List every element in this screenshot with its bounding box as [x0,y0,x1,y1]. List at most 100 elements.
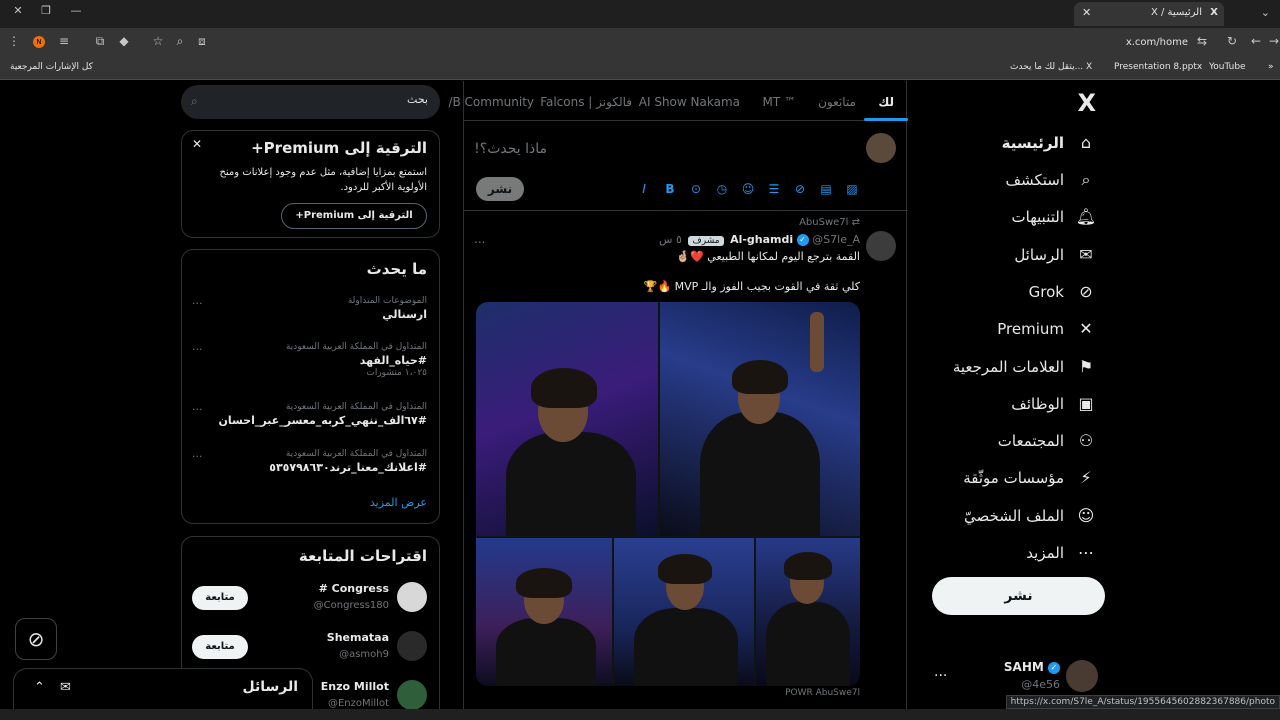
gif-icon[interactable]: ▤ [818,181,834,197]
tweet-photo[interactable] [614,538,754,686]
tweet[interactable]: ⇄ AbuSwe7l Al-ghamdi ✓ @S7le_A مشرف ٥ س … [464,212,908,709]
follow-suggestion[interactable]: # Congress @Congress180 متابعة [192,582,427,622]
bookmarks-overflow-icon[interactable]: » [1268,62,1274,72]
nav-item-8[interactable]: ⚇ المجتمعات [998,426,1096,456]
moderator-badge: مشرف [688,236,724,246]
account-switcher[interactable]: ✓ SAHM @4e56 ... [932,656,1102,692]
nav-item-label: الملف الشخصيّ [964,507,1064,525]
tab-falcons[interactable]: Falcons | فالكونز [540,95,632,109]
expand-icon[interactable]: ⌃ [34,680,45,695]
grok-floating-button[interactable]: ⊘ [15,618,57,660]
compose-input[interactable]: ماذا يحدث؟! [474,141,547,157]
close-window-icon[interactable]: ✕ [8,4,28,17]
italic-icon[interactable]: I [636,181,652,197]
nav-item-0[interactable]: ⌂ الرئيسية [1002,128,1096,158]
bookmark-youtube[interactable]: YouTube [1209,62,1246,72]
messages-drawer[interactable]: الرسائل ✉ ⌃ [13,668,313,709]
schedule-icon[interactable]: ◷ [714,181,730,197]
location-icon[interactable]: ⊙ [688,181,704,197]
emoji-icon[interactable]: ☺ [740,181,756,197]
browser-tab[interactable]: X الرئيسية / X ✕ [1074,2,1224,26]
list-icon[interactable]: ☰ [766,181,782,197]
tweet-more-icon[interactable]: ... [474,232,485,246]
follow-user-name: Enzo Millot [320,680,389,693]
nav-item-9[interactable]: ⚡ مؤسسات موثّقة [963,463,1096,493]
all-bookmarks[interactable]: كل الإشارات المرجعية [10,62,93,72]
nav-item-label: المزيد [1026,544,1064,562]
nav-item-11[interactable]: ⋯ المزيد [1026,538,1096,568]
more-dots-icon[interactable]: ... [192,400,203,413]
tweet-photo[interactable] [660,302,860,536]
post-button[interactable]: نشر [932,577,1105,615]
trend-item[interactable]: المتداول في المملكة العربية السعودية #حيا… [192,340,427,382]
tweet-author-name[interactable]: Al-ghamdi [730,233,793,246]
follow-suggestion[interactable]: Shemataa @asmoh9 متابعة [192,631,427,671]
tab-b-community[interactable]: /B Community [448,95,534,109]
link-preview-url: https://x.com/S7le_A/status/195564560288… [1005,695,1280,709]
more-dots-icon[interactable]: ... [192,447,203,460]
bookmark-star-icon[interactable]: ☆ [150,34,166,48]
minimize-window-icon[interactable]: — [66,4,86,17]
extension-diamond-icon[interactable]: ◆ [116,34,132,48]
nav-item-2[interactable]: 🔔︎ التنبيهات [1012,202,1096,232]
upgrade-premium-button[interactable]: الترقية إلى Premium+ [281,203,427,229]
extensions-icon[interactable]: ⧉ [92,34,108,49]
nav-item-1[interactable]: ⌕ استكشف [1006,165,1096,195]
tab-ai-show-nakama[interactable]: AI Show Nakama [639,95,740,109]
nav-item-3[interactable]: ✉ الرسائل [1014,240,1096,270]
tab-mt[interactable]: MT ™ [763,95,797,109]
restore-window-icon[interactable]: ❐ [36,4,56,17]
reading-list-icon[interactable]: ≡ [56,34,72,48]
more-dots-icon[interactable]: ... [934,664,947,680]
nav-item-7[interactable]: ▣ الوظائف [1011,389,1096,419]
trend-context: المتداول في المملكة العربية السعودية [285,342,427,352]
tweet-time[interactable]: ٥ س [659,233,682,246]
site-settings-icon[interactable]: ⇆ [1194,34,1210,48]
avatar[interactable] [866,231,896,261]
menu-dots-icon[interactable]: ⋮ [6,34,22,48]
back-icon[interactable]: ← [1248,34,1264,48]
tweet-handle[interactable]: @S7le_A [812,233,860,246]
install-app-icon[interactable]: ⧈ [194,34,210,49]
nav-item-10[interactable]: ☺ الملف الشخصيّ [964,501,1096,531]
more-dots-icon[interactable]: ... [192,340,203,353]
tweet-photo[interactable] [476,302,658,536]
close-icon[interactable]: ✕ [192,137,202,151]
tab-following[interactable]: متابَعون [818,95,856,109]
tab-close-icon[interactable]: ✕ [1082,6,1091,19]
bookmark-x[interactable]: يتقل لك ما يحدث... X [1010,62,1092,72]
nav-item-5[interactable]: ✕ Premium [997,314,1096,344]
x-logo-icon[interactable]: X [1077,89,1096,117]
trend-item[interactable]: المتداول في المملكة العربية السعودية #٦٧ا… [192,400,427,442]
address-bar[interactable]: x.com/home [1126,37,1188,48]
trend-item[interactable]: الموضوعات المتداولة ارسنالي... [192,294,427,336]
bookmark-presentation[interactable]: Presentation 8.pptx [1114,62,1202,72]
avatar[interactable] [397,582,427,612]
image-icon[interactable]: ▨ [844,181,860,197]
zoom-icon[interactable]: ⌕ [172,34,188,49]
new-message-icon[interactable]: ✉ [60,680,71,695]
search-box[interactable]: ⌕ [181,85,440,119]
follow-button[interactable]: متابعة [192,586,248,610]
search-input[interactable] [218,93,428,106]
person-icon: ☺ [1077,506,1095,525]
tweet-photo[interactable] [756,538,860,686]
tab-search-icon[interactable]: ⌄ [1261,6,1270,19]
compose-post-button[interactable]: نشر [476,177,524,201]
profile-avatar[interactable]: N [33,36,45,48]
nav-item-6[interactable]: ⚑ العلامات المرجعية [953,352,1096,382]
show-more-link[interactable]: عرض المزيد [370,496,427,509]
bold-icon[interactable]: B [662,181,678,197]
follow-button[interactable]: متابعة [192,635,248,659]
nav-item-4[interactable]: ⊘ Grok [1029,277,1096,307]
trend-context: الموضوعات المتداولة [347,296,427,306]
reload-icon[interactable]: ↻ [1224,34,1240,48]
grok-icon[interactable]: ⊘ [792,181,808,197]
more-dots-icon[interactable]: ... [192,294,203,307]
tab-for-you[interactable]: لك [878,95,894,109]
forward-icon[interactable]: → [1266,34,1280,48]
trend-item[interactable]: المتداول في المملكة العربية السعودية #اعل… [192,447,427,489]
tweet-photo[interactable] [476,538,612,686]
avatar[interactable] [397,631,427,661]
avatar[interactable] [397,680,427,709]
